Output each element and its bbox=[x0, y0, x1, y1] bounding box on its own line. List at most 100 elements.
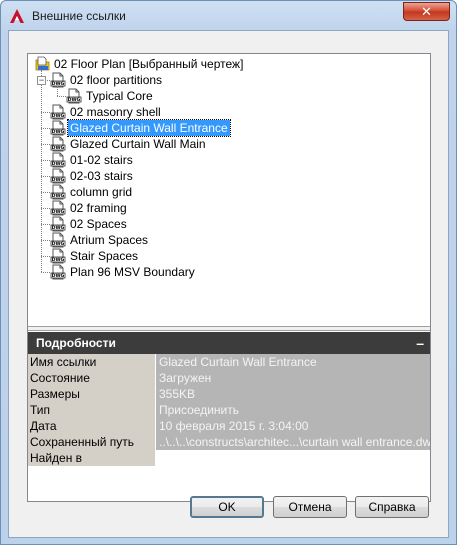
dwg-file-icon: DWG bbox=[50, 72, 66, 88]
tree-item-label: 02 Floor Plan [Выбранный чертеж] bbox=[54, 57, 244, 71]
tree-connector-line bbox=[57, 96, 66, 97]
tree-item-label: 02 Spaces bbox=[70, 217, 127, 231]
details-properties: Имя ссылки Glazed Curtain Wall Entrance Со… bbox=[28, 354, 430, 466]
tree-connector-line bbox=[41, 272, 50, 273]
tree-item-label: Atrium Spaces bbox=[70, 233, 149, 247]
svg-text:DWG: DWG bbox=[52, 161, 65, 167]
details-header[interactable]: Подробности – bbox=[28, 332, 430, 354]
collapse-node-icon[interactable]: − bbox=[37, 76, 46, 85]
tree-connector-line bbox=[41, 128, 50, 129]
property-name: Размеры bbox=[28, 386, 155, 402]
tree-item[interactable]: DWG Glazed Curtain Wall Entrance bbox=[50, 119, 231, 137]
dwg-file-icon: DWG bbox=[66, 88, 82, 104]
tree-item-label: Glazed Curtain Wall Main bbox=[70, 137, 206, 151]
tree-connector-line bbox=[41, 176, 50, 177]
property-row[interactable]: Тип Присоединить bbox=[28, 402, 430, 418]
svg-text:DWG: DWG bbox=[52, 193, 65, 199]
tree-item[interactable]: DWG Glazed Curtain Wall Main bbox=[50, 136, 208, 152]
xref-tree[interactable]: 02 Floor Plan [Выбранный чертеж] − DWG 02 f… bbox=[28, 54, 430, 326]
tree-item[interactable]: DWG 02 Spaces bbox=[50, 216, 129, 232]
tree-connector-line bbox=[41, 112, 50, 113]
dwg-file-icon: DWG bbox=[50, 232, 66, 248]
tree-item[interactable]: DWG Stair Spaces bbox=[50, 248, 140, 264]
collapse-icon[interactable]: – bbox=[416, 332, 424, 354]
tree-item[interactable]: DWG 02 framing bbox=[50, 200, 129, 216]
tree-item-label: 02 masonry shell bbox=[70, 105, 161, 119]
property-value: Загружен bbox=[156, 370, 430, 386]
tree-root-item[interactable]: 02 Floor Plan [Выбранный чертеж] bbox=[34, 56, 245, 72]
xref-dialog-window: Внешние ссылки ✕ 02 Floor Plan [Выбранны… bbox=[0, 0, 457, 545]
tree-item[interactable]: DWG Plan 96 MSV Boundary bbox=[50, 264, 197, 280]
property-value: 10 февраля 2015 г. 3:04:00 bbox=[156, 418, 430, 434]
tree-connector-line bbox=[41, 160, 50, 161]
autocad-logo-icon bbox=[10, 9, 24, 23]
tree-item[interactable]: DWG 01-02 stairs bbox=[50, 152, 135, 168]
dwg-file-icon: DWG bbox=[50, 152, 66, 168]
tree-connector-line bbox=[41, 256, 50, 257]
property-row[interactable]: Размеры 355KB bbox=[28, 386, 430, 402]
tree-item-label: 02-03 stairs bbox=[70, 169, 133, 183]
property-value: 355KB bbox=[156, 386, 430, 402]
tree-connector-line bbox=[41, 208, 50, 209]
dwg-file-icon: DWG bbox=[50, 216, 66, 232]
tree-item[interactable]: DWG 02 floor partitions bbox=[50, 72, 164, 88]
property-row[interactable]: Состояние Загружен bbox=[28, 370, 430, 386]
cancel-button[interactable]: Отмена bbox=[273, 496, 347, 518]
tree-item-label: 01-02 stairs bbox=[70, 153, 133, 167]
svg-text:DWG: DWG bbox=[52, 257, 65, 263]
property-name: Состояние bbox=[28, 370, 155, 386]
tree-item-label: Plan 96 MSV Boundary bbox=[70, 265, 195, 279]
panel-splitter[interactable] bbox=[28, 326, 430, 331]
property-name: Сохраненный путь bbox=[28, 434, 155, 450]
dwg-file-icon: DWG bbox=[50, 200, 66, 216]
details-title: Подробности bbox=[36, 336, 116, 350]
svg-text:DWG: DWG bbox=[52, 209, 65, 215]
property-name: Имя ссылки bbox=[28, 354, 155, 370]
property-row[interactable]: Сохраненный путь ..\..\..\constructs\arch… bbox=[28, 434, 430, 450]
tree-item[interactable]: DWG column grid bbox=[50, 184, 134, 200]
tree-item[interactable]: DWG Typical Core bbox=[66, 88, 155, 104]
tree-connector-line bbox=[41, 144, 50, 145]
svg-text:DWG: DWG bbox=[52, 241, 65, 247]
tree-item[interactable]: DWG 02-03 stairs bbox=[50, 168, 135, 184]
property-row[interactable]: Дата 10 февраля 2015 г. 3:04:00 bbox=[28, 418, 430, 434]
tree-item-label: Typical Core bbox=[86, 89, 153, 103]
svg-text:DWG: DWG bbox=[68, 97, 81, 103]
help-button[interactable]: Справка bbox=[355, 496, 429, 518]
svg-text:DWG: DWG bbox=[52, 273, 65, 279]
svg-text:DWG: DWG bbox=[52, 225, 65, 231]
svg-text:DWG: DWG bbox=[52, 81, 65, 87]
dialog-client-area: 02 Floor Plan [Выбранный чертеж] − DWG 02 f… bbox=[8, 30, 449, 538]
tree-connector-line bbox=[57, 86, 58, 96]
dwg-file-icon: DWG bbox=[50, 120, 66, 136]
svg-text:DWG: DWG bbox=[52, 177, 65, 183]
property-value bbox=[156, 450, 430, 466]
tree-connector-line bbox=[41, 192, 50, 193]
property-value: ..\..\..\constructs\architec...\curtain … bbox=[156, 434, 430, 450]
dwg-file-icon: DWG bbox=[50, 104, 66, 120]
property-row[interactable]: Имя ссылки Glazed Curtain Wall Entrance bbox=[28, 354, 430, 370]
xref-panel: 02 Floor Plan [Выбранный чертеж] − DWG 02 f… bbox=[27, 53, 431, 502]
title-bar[interactable]: Внешние ссылки ✕ bbox=[1, 1, 456, 31]
tree-item-label: 02 floor partitions bbox=[70, 73, 163, 87]
dwg-file-icon: DWG bbox=[50, 168, 66, 184]
tree-connector-line bbox=[41, 224, 50, 225]
property-name: Дата bbox=[28, 418, 155, 434]
svg-text:DWG: DWG bbox=[52, 113, 65, 119]
svg-text:DWG: DWG bbox=[52, 129, 65, 135]
svg-text:DWG: DWG bbox=[52, 145, 65, 151]
dwg-file-icon: DWG bbox=[50, 136, 66, 152]
dwg-file-icon: DWG bbox=[50, 264, 66, 280]
tree-item-label: 02 framing bbox=[70, 201, 127, 215]
tree-item[interactable]: DWG Atrium Spaces bbox=[50, 232, 150, 248]
property-row[interactable]: Найден в bbox=[28, 450, 430, 466]
tree-item-label: Stair Spaces bbox=[70, 249, 139, 263]
ok-button[interactable]: OK bbox=[190, 496, 264, 518]
property-name: Тип bbox=[28, 402, 155, 418]
tree-connector-line bbox=[41, 70, 42, 272]
dwg-file-icon: DWG bbox=[50, 248, 66, 264]
tree-item-label: Glazed Curtain Wall Entrance bbox=[67, 119, 231, 137]
close-button[interactable]: ✕ bbox=[403, 2, 450, 21]
tree-item-label: column grid bbox=[70, 185, 133, 199]
tree-item[interactable]: DWG 02 masonry shell bbox=[50, 104, 163, 120]
